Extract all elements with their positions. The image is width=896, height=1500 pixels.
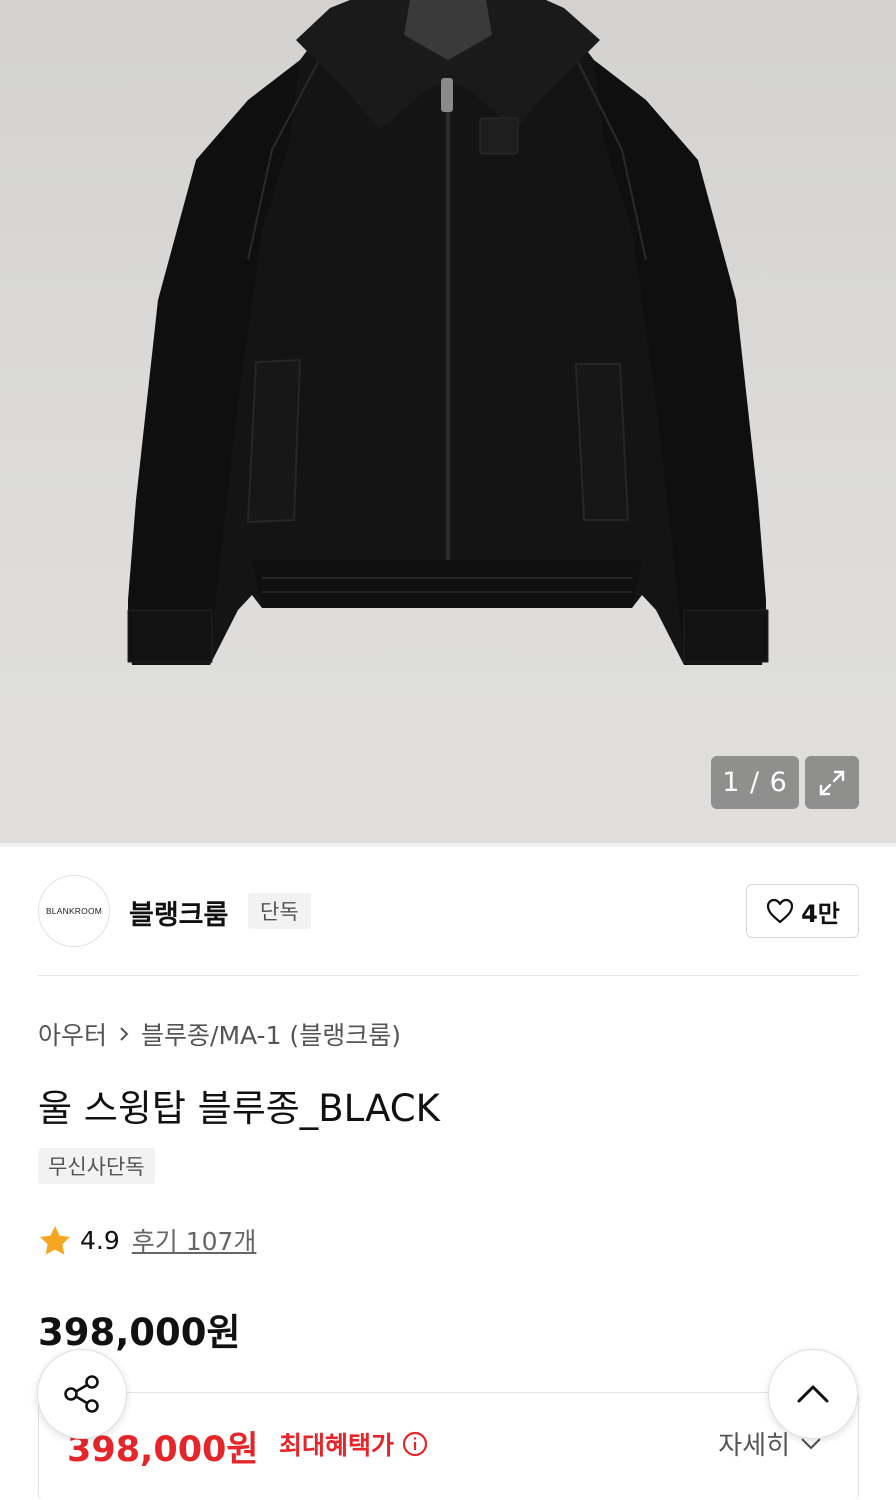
product-title: 울 스윙탑 블루종_BLACK [38,1087,440,1130]
divider [38,975,859,976]
benefit-label-text: 최대혜택가 [279,1431,395,1460]
brand-exclusive-badge: 단독 [248,893,311,929]
brand-row: BLANKROOM 블랭크룸 단독 4만 [38,875,859,947]
product-image [127,0,769,665]
product-price: 398,000원 [38,1311,241,1354]
heart-icon [767,898,794,924]
breadcrumb: 아우터 블루종/MA-1 (블랭크룸) [38,1016,401,1052]
info-icon [402,1431,428,1457]
rating-row: 4.9 후기 107개 [38,1222,256,1258]
section-divider [0,843,896,847]
product-image-gallery[interactable]: 1 / 6 [0,0,896,843]
expand-button[interactable] [805,756,859,809]
max-benefit-box: 398,000원 최대혜택가 자세히 [38,1392,859,1500]
brand-name[interactable]: 블랭크룸 [129,893,228,932]
chevron-up-icon [797,1385,829,1403]
brand-logo[interactable]: BLANKROOM [38,875,110,947]
image-counter: 1 / 6 [711,756,799,809]
detail-label: 자세히 [718,1431,790,1461]
benefit-label[interactable]: 최대혜택가 [279,1426,428,1462]
exclusive-tag: 무신사단독 [38,1148,155,1184]
star-icon [40,1226,70,1255]
like-count: 4만 [801,899,840,928]
scroll-top-button[interactable] [768,1349,858,1439]
chevron-right-icon [120,1027,129,1041]
breadcrumb-category[interactable]: 아우터 [38,1016,107,1052]
breadcrumb-subcategory[interactable]: 블루종/MA-1 (블랭크룸) [141,1016,401,1052]
share-button[interactable] [37,1349,127,1439]
share-icon [64,1375,99,1413]
review-link[interactable]: 후기 107개 [132,1222,257,1258]
expand-icon [819,770,845,795]
rating-score: 4.9 [80,1225,120,1255]
like-button[interactable]: 4만 [746,884,859,938]
